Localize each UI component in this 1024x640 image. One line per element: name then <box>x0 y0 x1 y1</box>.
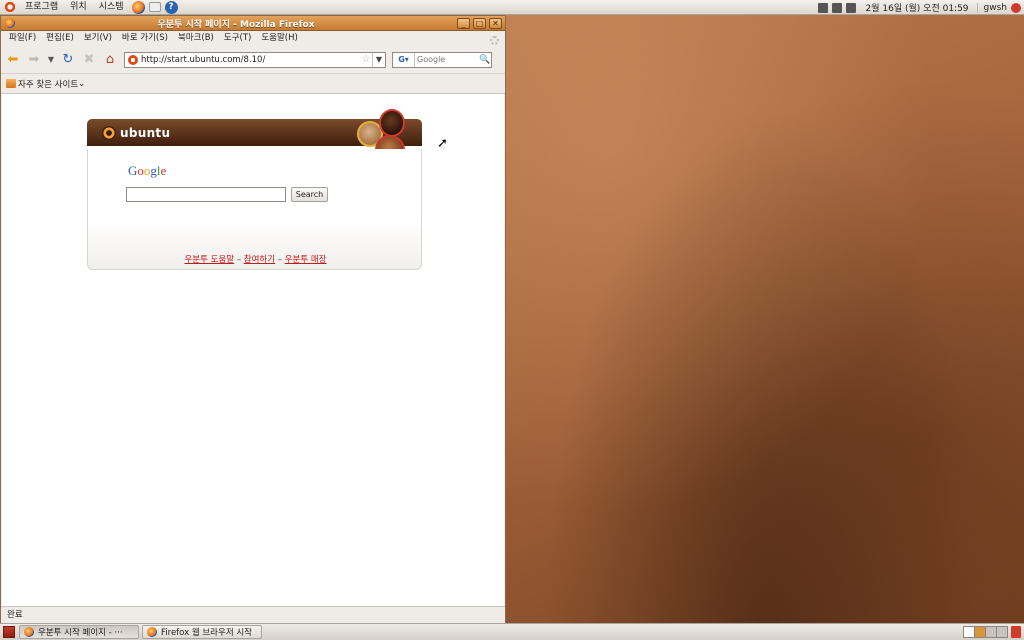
menu-go[interactable]: 바로 가기(S) <box>117 31 173 46</box>
firefox-launcher-icon[interactable] <box>131 0 145 14</box>
volume-icon[interactable] <box>845 2 856 13</box>
firefox-icon <box>24 627 34 637</box>
google-search-input[interactable] <box>126 187 286 202</box>
minimize-button[interactable]: _ <box>457 17 470 29</box>
firefox-window: 우분투 시작 페이지 - Mozilla Firefox _ □ ✕ 파일(F)… <box>0 15 506 625</box>
home-button[interactable]: ⌂ <box>101 51 119 69</box>
top-panel: 프로그램 위치 시스템 ? 2월 16일 (월) 오전 01:59 gwsh <box>0 0 1024 15</box>
navigation-toolbar: ⬅ ➡ ▼ ↻ ✖ ⌂ ☆ ▼ G▾ 🔍 <box>1 46 505 74</box>
taskbar-item-firefox-launch[interactable]: Firefox 웹 브라우저 시작 <box>142 625 262 639</box>
stop-button[interactable]: ✖ <box>80 51 98 69</box>
start-search-box: Google Search 우분투 도움말 – 참여하기 – 우분투 매장 <box>87 149 422 270</box>
power-icon[interactable] <box>1011 2 1021 13</box>
menu-help[interactable]: 도움말(H) <box>256 31 302 46</box>
google-letter: G <box>128 163 138 178</box>
url-bar: ☆ ▼ <box>124 51 386 68</box>
display-icon[interactable] <box>831 2 842 13</box>
site-favicon-icon[interactable] <box>128 54 138 65</box>
desktop-background <box>506 15 1024 623</box>
system-tray: 2월 16일 (월) 오전 01:59 gwsh <box>816 0 1024 15</box>
firefox-icon <box>147 627 157 637</box>
user-switcher[interactable]: gwsh <box>976 2 1010 13</box>
page-content: ubuntu Google Search 우분투 도움말 – 참여하기 – 우분… <box>2 94 504 606</box>
menu-bookmarks[interactable]: 북마크(B) <box>173 31 219 46</box>
chevron-down-icon[interactable]: ⌄ <box>78 79 85 89</box>
search-input[interactable] <box>415 55 479 64</box>
link-separator: – <box>277 255 282 265</box>
person-image <box>379 109 405 137</box>
url-dropdown-icon[interactable]: ▼ <box>372 52 385 67</box>
menu-system[interactable]: 시스템 <box>93 0 130 15</box>
menu-tools[interactable]: 도구(T) <box>219 31 256 46</box>
ubuntu-shop-link[interactable]: 우분투 매장 <box>285 255 327 265</box>
search-bar: G▾ 🔍 <box>392 51 492 68</box>
task-label: Firefox 웹 브라우저 시작 <box>161 628 252 638</box>
menu-file[interactable]: 파일(F) <box>4 31 41 46</box>
menu-view[interactable]: 보기(V) <box>79 31 117 46</box>
status-bar: 완료 <box>1 606 505 624</box>
ubuntu-circle-icon <box>102 125 116 140</box>
window-titlebar[interactable]: 우분투 시작 페이지 - Mozilla Firefox _ □ ✕ <box>1 16 505 31</box>
workspace-switcher <box>963 626 1008 638</box>
trash-icon[interactable] <box>1011 626 1021 638</box>
show-desktop-icon[interactable] <box>3 626 15 638</box>
workspace-4[interactable] <box>996 626 1008 638</box>
clock[interactable]: 2월 16일 (월) 오전 01:59 <box>858 1 977 14</box>
link-separator: – <box>236 255 242 265</box>
menu-places[interactable]: 위치 <box>64 0 93 15</box>
mouse-cursor-icon: ➚ <box>437 136 448 151</box>
bookmark-star-icon[interactable]: ☆ <box>360 54 372 65</box>
forward-button[interactable]: ➡ <box>25 51 43 69</box>
url-input[interactable] <box>141 54 360 65</box>
bookmarks-toolbar: 자주 찾은 사이트 ⌄ <box>1 74 505 94</box>
firefox-window-icon[interactable] <box>5 18 15 28</box>
bookmark-folder-icon <box>6 79 16 88</box>
reload-button[interactable]: ↻ <box>59 51 77 69</box>
search-go-icon[interactable]: 🔍 <box>479 55 491 65</box>
window-title: 우분투 시작 페이지 - Mozilla Firefox <box>157 19 315 30</box>
main-menu: 프로그램 위치 시스템 ? <box>0 0 180 15</box>
bottom-panel: 우분투 시작 페이지 - ··· Firefox 웹 브라우저 시작 <box>0 623 1024 640</box>
menubar: 파일(F) 편집(E) 보기(V) 바로 가기(S) 북마크(B) 도구(T) … <box>1 31 505 46</box>
mail-launcher-icon[interactable] <box>148 2 161 12</box>
google-letter: e <box>160 163 167 178</box>
history-dropdown-icon[interactable]: ▼ <box>46 51 56 69</box>
back-button[interactable]: ⬅ <box>4 51 22 69</box>
taskbar-item-start-page[interactable]: 우분투 시작 페이지 - ··· <box>19 625 139 639</box>
close-button[interactable]: ✕ <box>489 17 502 29</box>
search-engine-label: G <box>398 54 405 64</box>
menu-applications[interactable]: 프로그램 <box>19 0 64 15</box>
help-launcher-icon[interactable]: ? <box>164 0 178 14</box>
footer-links: 우분투 도움말 – 참여하기 – 우분투 매장 <box>88 253 423 265</box>
google-search-button[interactable]: Search <box>291 187 328 202</box>
task-label: 우분투 시작 페이지 - ··· <box>38 628 123 638</box>
network-icon[interactable] <box>817 2 828 13</box>
ubuntu-help-link[interactable]: 우분투 도움말 <box>184 255 234 265</box>
ubuntu-wordmark: ubuntu <box>120 125 171 140</box>
throbber-icon <box>490 36 499 45</box>
get-involved-link[interactable]: 참여하기 <box>244 255 275 265</box>
search-engine-icon[interactable]: G▾ <box>393 52 415 67</box>
maximize-button[interactable]: □ <box>473 17 486 29</box>
ubuntu-logo-icon[interactable] <box>4 1 16 13</box>
most-visited-bookmark[interactable]: 자주 찾은 사이트 <box>18 78 78 90</box>
google-logo: Google <box>128 163 166 179</box>
menu-edit[interactable]: 편집(E) <box>41 31 79 46</box>
